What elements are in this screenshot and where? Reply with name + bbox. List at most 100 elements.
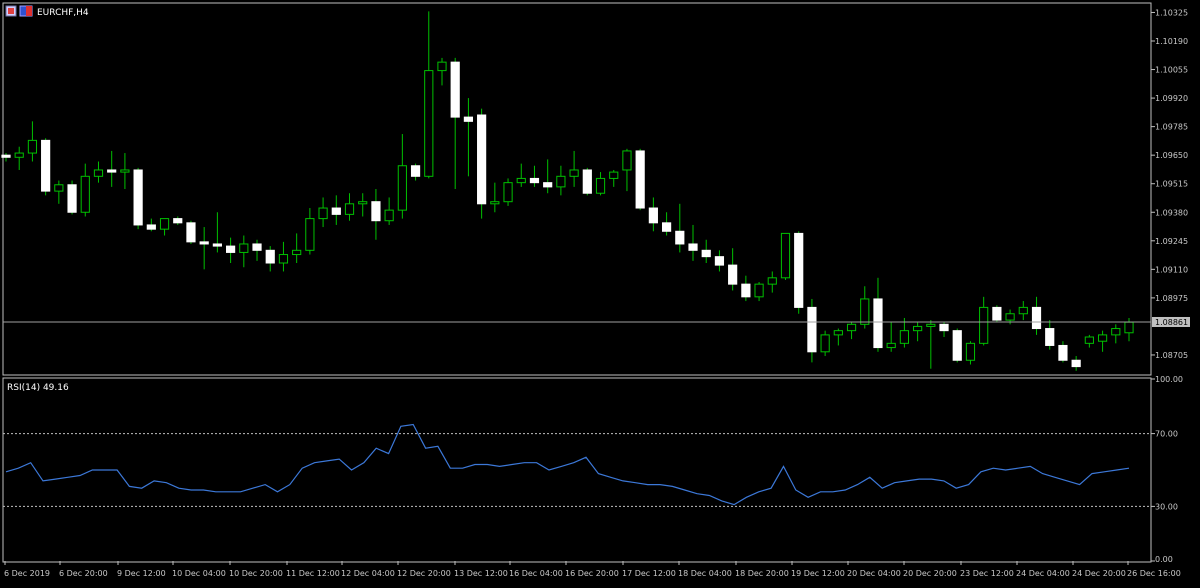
candle-body-bull xyxy=(609,171,619,179)
time-tick-label: 6 Dec 2019 xyxy=(4,569,50,578)
candle-body-bull xyxy=(305,218,315,251)
candle-body-bull xyxy=(569,169,579,177)
candle xyxy=(794,231,804,314)
candle-body-bull xyxy=(979,306,989,344)
price-tick-label: 1.09650 xyxy=(1155,151,1188,160)
candle-body-bear xyxy=(701,249,711,258)
time-tick-label: 19 Dec 12:00 xyxy=(791,569,845,578)
candle-body-bull xyxy=(318,207,328,220)
candle-body-bull xyxy=(516,177,526,184)
time-tick-label: 10 Dec 20:00 xyxy=(229,569,283,578)
candle-body-bear xyxy=(199,241,209,245)
candle-body-bear xyxy=(133,169,143,226)
candle xyxy=(67,180,77,215)
candle-body-bear xyxy=(635,150,645,209)
candle-body-bear xyxy=(952,330,962,361)
candle-body-bull xyxy=(278,254,289,264)
candle-body-bull xyxy=(1097,334,1108,342)
candle xyxy=(820,330,830,357)
candle-body-bull xyxy=(860,298,870,325)
candle-body-bear xyxy=(794,232,804,308)
candle-body-bear xyxy=(331,207,341,215)
candle-body-bear xyxy=(265,249,275,264)
time-tick-label: 9 Dec 12:00 xyxy=(117,569,166,578)
candle-body-bear xyxy=(477,114,487,205)
candle-body-bull xyxy=(27,139,38,154)
candle xyxy=(635,148,645,211)
candle-body-bull xyxy=(239,243,249,253)
candle-body-bear xyxy=(226,245,236,253)
candle-body-bull xyxy=(54,184,64,192)
time-tick-label: 24 Dec 04:00 xyxy=(1016,569,1070,578)
time-tick-label: 11 Dec 12:00 xyxy=(286,569,340,578)
candle-body-bear xyxy=(661,222,672,232)
candle-body-bear xyxy=(463,116,474,122)
candle-body-bear xyxy=(873,298,883,349)
time-tick-label: 6 Dec 20:00 xyxy=(59,569,108,578)
candle-body-bull xyxy=(358,201,368,205)
candle-body-bull xyxy=(622,150,632,171)
price-tick-label: 1.08705 xyxy=(1155,351,1188,360)
candle-body-bull xyxy=(490,201,500,205)
time-tick-label: 18 Dec 04:00 xyxy=(678,569,732,578)
candle-body-bull xyxy=(886,342,896,349)
candle xyxy=(582,167,592,196)
candle-body-bull xyxy=(1005,313,1015,321)
candle xyxy=(992,305,1002,323)
time-tick-label: 17 Dec 12:00 xyxy=(622,569,676,578)
rsi-tick-label: 100.00 xyxy=(1155,375,1183,384)
candle-body-bull xyxy=(846,323,857,332)
candle-body-bull xyxy=(503,182,513,203)
price-tick-label: 1.10190 xyxy=(1155,37,1188,46)
candle-body-bull xyxy=(424,70,434,177)
candle xyxy=(41,138,51,196)
candle-body-bull xyxy=(437,61,447,72)
candle xyxy=(477,108,487,219)
candle-body-bear xyxy=(1058,344,1068,361)
candle-body-bull xyxy=(556,175,566,188)
candle-body-bull xyxy=(833,330,843,336)
rsi-tick-label: 70.00 xyxy=(1155,430,1178,439)
price-tick-label: 1.09245 xyxy=(1155,237,1188,246)
candle-body-bear xyxy=(675,230,685,245)
candle-body-bear xyxy=(1071,359,1081,368)
candle-body-bear xyxy=(992,306,1002,321)
candle-body-bear xyxy=(688,243,698,251)
candle-body-bear xyxy=(371,201,381,222)
candle-body-bear xyxy=(212,243,222,247)
rsi-title: RSI(14) 49.16 xyxy=(7,383,69,393)
candle-body-bear xyxy=(543,182,553,188)
candle-body-bull xyxy=(120,169,130,173)
candle-body-bear xyxy=(107,169,117,173)
chart-canvas[interactable]: EURCHF,H4 1.10325 1.10190 1.10055 1.09920 1.… xyxy=(0,0,1200,584)
candle-body-bear xyxy=(41,139,51,192)
candle-body-bear xyxy=(450,61,460,118)
candle xyxy=(952,328,962,363)
candle-body-bear xyxy=(714,256,725,266)
candle-body-bear xyxy=(1045,328,1055,346)
price-tick-label: 1.10055 xyxy=(1155,66,1188,75)
time-tick-label: 13 Dec 12:00 xyxy=(454,569,508,578)
candle-body-bear xyxy=(1031,306,1042,330)
price-tick-label: 1.08975 xyxy=(1155,294,1188,303)
time-tick-label: 16 Dec 04:00 xyxy=(509,569,563,578)
candle-body-bear xyxy=(529,177,540,184)
candle-body-bear xyxy=(648,207,658,224)
candle-body-bear xyxy=(741,283,751,298)
candle-body-bull xyxy=(965,342,976,361)
price-tick-label: 1.09515 xyxy=(1155,180,1188,189)
candle-body-bull xyxy=(913,325,923,332)
candle-body-bull xyxy=(1111,328,1121,336)
candle-body-bear xyxy=(67,184,77,213)
candle-body-bear xyxy=(146,224,156,230)
candle-body-bull xyxy=(384,209,394,222)
candle-body-bull xyxy=(397,165,407,211)
candle-body-bear xyxy=(186,222,196,243)
time-tick-label: 10 Dec 04:00 xyxy=(172,569,226,578)
candle-body-bull xyxy=(926,323,936,327)
chart-window[interactable]: EURCHF,H4 1.10325 1.10190 1.10055 1.09920 1.… xyxy=(0,0,1200,584)
candle-body-bull xyxy=(767,277,777,285)
candle-body-bull xyxy=(820,334,830,353)
time-tick-label: 26 Dec 16:00 xyxy=(1127,569,1181,578)
candle-body-bull xyxy=(754,283,764,298)
